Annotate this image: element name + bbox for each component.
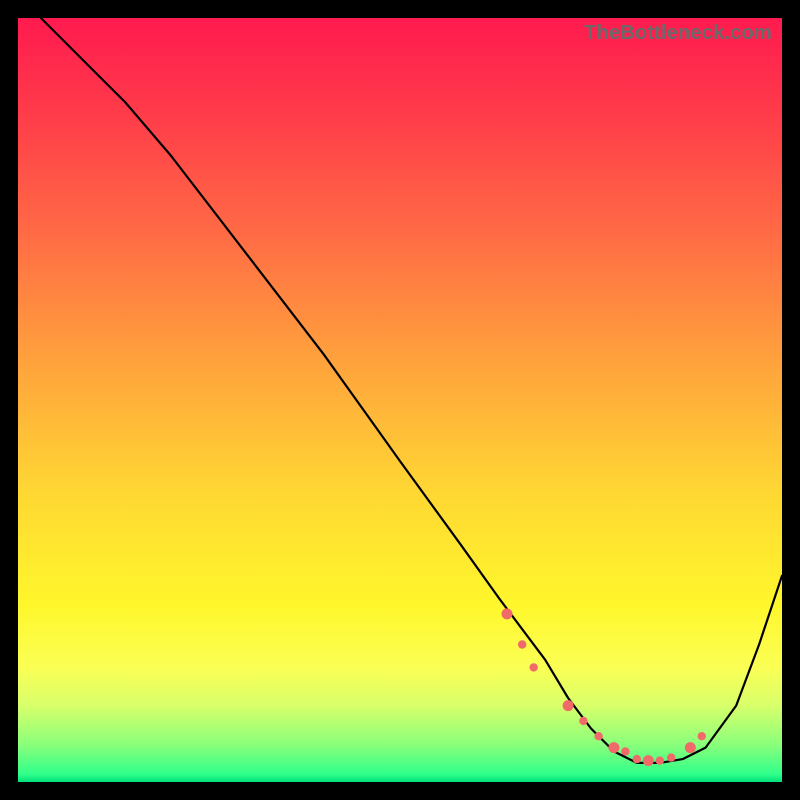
highlight-dot: [530, 663, 538, 671]
highlight-dot: [633, 755, 641, 763]
highlight-dot: [667, 753, 675, 761]
highlight-dot: [594, 732, 602, 740]
highlight-dot: [685, 742, 696, 753]
bottleneck-curve: [41, 18, 782, 763]
chart-svg: [18, 18, 782, 782]
highlight-dot: [502, 608, 513, 619]
highlight-dot: [656, 756, 664, 764]
highlight-dot: [608, 742, 619, 753]
highlight-dot: [698, 732, 706, 740]
highlight-dot: [563, 700, 574, 711]
highlight-dot: [579, 717, 587, 725]
highlight-dot: [621, 747, 629, 755]
highlight-dot: [518, 640, 526, 648]
highlight-dot: [643, 755, 654, 766]
plot-area: TheBottleneck.com: [18, 18, 782, 782]
chart-frame: TheBottleneck.com: [0, 0, 800, 800]
